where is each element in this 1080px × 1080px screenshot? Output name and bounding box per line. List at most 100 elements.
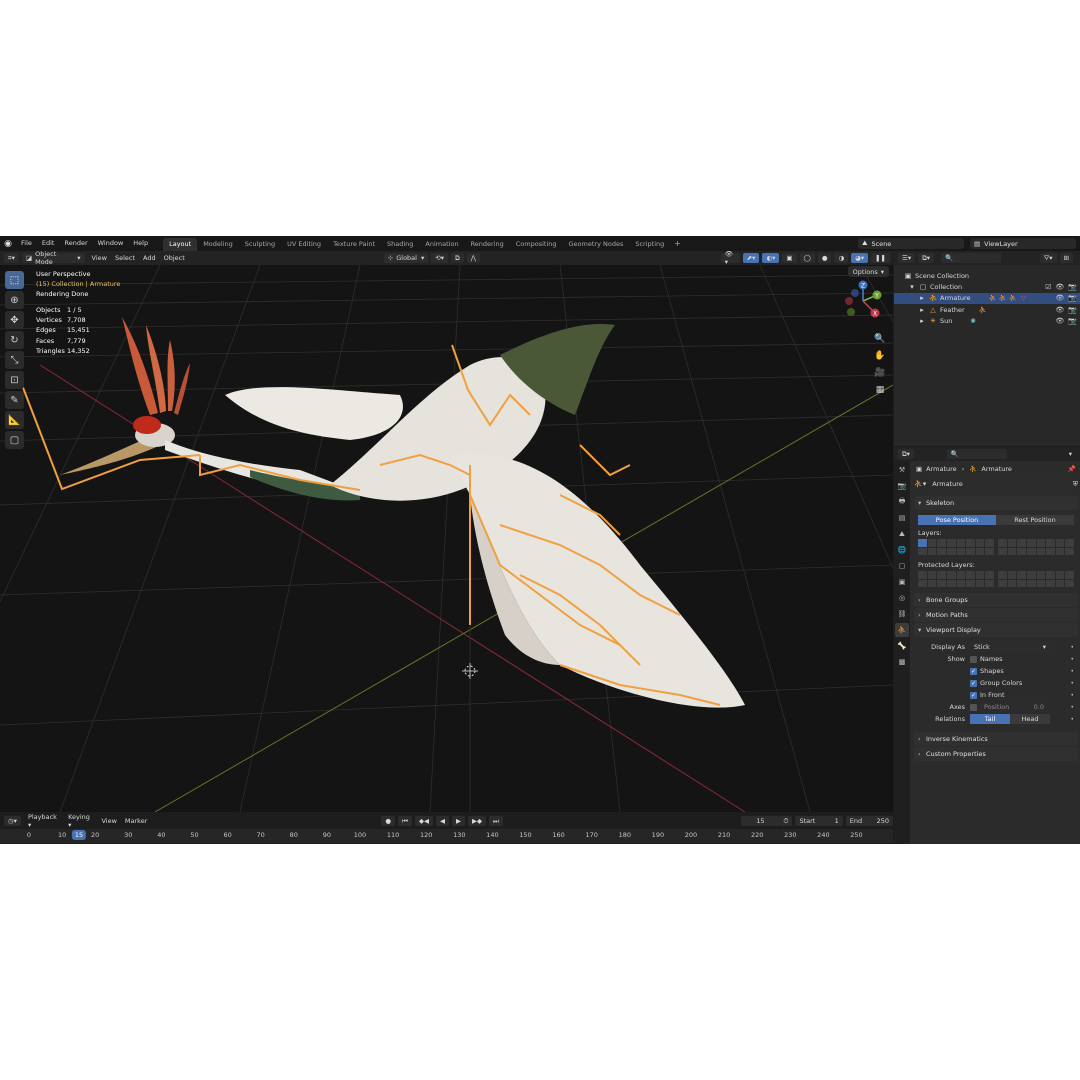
tool-tab-icon[interactable]: ⚒ [895, 463, 909, 477]
animate-dot-icon[interactable]: • [1070, 668, 1074, 675]
panel-bone-groups-header[interactable]: › Bone Groups [914, 593, 1078, 607]
blender-logo-icon[interactable]: ◉ [0, 236, 16, 251]
group-colors-checkbox[interactable]: ✓ [970, 679, 977, 687]
panel-custom-properties-header[interactable]: › Custom Properties [914, 747, 1078, 761]
gizmo-toggle-icon[interactable]: ⬈▾ [742, 253, 760, 263]
viewport-canvas[interactable] [0, 265, 893, 812]
armature-data-tab-icon[interactable]: ⛹ [895, 623, 909, 637]
eye-icon[interactable]: 👁 [1055, 317, 1064, 325]
names-checkbox[interactable] [970, 655, 977, 663]
panel-viewport-display-header[interactable]: ▾ Viewport Display [914, 623, 1078, 637]
axes-position-field[interactable]: Position 0.0 [980, 702, 1048, 712]
3d-cursor[interactable] [462, 663, 478, 679]
mode-dropdown[interactable]: ◪ Object Mode ▾ [21, 250, 85, 266]
navigation-gizmo[interactable]: Z Y X [841, 279, 885, 323]
eye-icon[interactable]: 👁 [1055, 294, 1064, 302]
outliner-row-scene-collection[interactable]: ▣ Scene Collection [894, 270, 1080, 281]
camera-icon[interactable]: 📷 [1068, 317, 1077, 325]
tab-uv-editing[interactable]: UV Editing [281, 238, 327, 251]
armature-data-icon[interactable]: ⛹▾ [914, 480, 926, 488]
constraints-tab-icon[interactable]: ⛓ [895, 607, 909, 621]
object-tab-icon[interactable]: ▣ [895, 575, 909, 589]
pin-icon[interactable]: 📌 [1068, 465, 1076, 473]
xray-icon[interactable]: ▣ [782, 253, 797, 263]
playhead-frame[interactable]: 15 [71, 830, 87, 840]
animate-dot-icon[interactable]: • [1070, 704, 1074, 711]
menu-file[interactable]: File [16, 236, 37, 251]
relations-tail-button[interactable]: Tail [970, 714, 1010, 724]
menu-help[interactable]: Help [128, 236, 153, 251]
bone-tab-icon[interactable]: 🦴 [895, 639, 909, 653]
cursor-tool-icon[interactable]: ⊕ [5, 291, 24, 309]
fake-user-icon[interactable]: ⛨ [1073, 480, 1078, 489]
scene-tab-icon[interactable]: ⛰ [895, 527, 909, 541]
shading-rendered-icon[interactable]: ◕▾ [851, 253, 869, 263]
tab-geometry-nodes[interactable]: Geometry Nodes [563, 238, 630, 251]
tab-modeling[interactable]: Modeling [197, 238, 239, 251]
in-front-checkbox[interactable]: ✓ [970, 691, 977, 699]
tab-scripting[interactable]: Scripting [629, 238, 670, 251]
zoom-icon[interactable]: 🔍 [873, 332, 887, 346]
pause-icon[interactable]: ❚❚ [871, 253, 890, 263]
outliner-row-collection[interactable]: ▾ ▢ Collection ☑ 👁 📷 [894, 281, 1080, 292]
expand-arrow-icon[interactable]: ▸ [918, 306, 926, 314]
select-box-tool-icon[interactable]: ⬚ [5, 271, 24, 289]
collection-tab-icon[interactable]: ▢ [895, 559, 909, 573]
camera-view-icon[interactable]: 🎥 [873, 366, 887, 380]
world-tab-icon[interactable]: 🌐 [895, 543, 909, 557]
output-tab-icon[interactable]: 🖶 [895, 495, 909, 509]
expand-arrow-icon[interactable]: ▸ [918, 317, 926, 325]
checkbox-icon[interactable]: ☑ [1045, 283, 1051, 291]
camera-icon[interactable]: 📷 [1068, 294, 1077, 302]
layer-block[interactable] [918, 539, 994, 555]
menu-select[interactable]: Select [111, 254, 139, 262]
texture-tab-icon[interactable]: ▩ [895, 655, 909, 669]
play-reverse-icon[interactable]: ◀ [435, 816, 449, 826]
menu-render[interactable]: Render [59, 236, 92, 251]
menu-playback[interactable]: Playback ▾ [24, 813, 64, 829]
camera-icon[interactable]: 📷 [1068, 283, 1077, 291]
stopwatch-icon[interactable]: ⏱ [779, 816, 793, 826]
scale-tool-icon[interactable]: ⤡ [5, 351, 24, 369]
end-frame-field[interactable]: End 250 [845, 816, 893, 826]
shading-solid-icon[interactable]: ● [817, 253, 832, 263]
render-tab-icon[interactable]: 📷 [895, 479, 909, 493]
pivot-icon[interactable]: ⟲▾ [431, 253, 448, 263]
pose-position-button[interactable]: Pose Position [918, 515, 996, 525]
layer-block[interactable] [918, 571, 994, 587]
properties-editor-type-icon[interactable]: ⧉▾ [898, 449, 914, 459]
play-icon[interactable]: ▶ [451, 816, 465, 826]
animate-dot-icon[interactable]: • [1070, 716, 1074, 723]
outliner-editor-type-icon[interactable]: ☰▾ [898, 253, 916, 263]
properties-options-icon[interactable]: ▾ [1065, 450, 1076, 458]
armature-name-field[interactable]: Armature [928, 479, 1070, 489]
axes-checkbox[interactable] [970, 703, 977, 711]
tab-compositing[interactable]: Compositing [510, 238, 563, 251]
camera-icon[interactable]: 📷 [1068, 306, 1077, 314]
current-frame-field[interactable]: 15 [741, 816, 780, 826]
expand-arrow-icon[interactable]: ▾ [908, 283, 916, 291]
menu-timeline-view[interactable]: View [97, 817, 120, 825]
tab-rendering[interactable]: Rendering [465, 238, 510, 251]
animate-dot-icon[interactable]: • [1070, 644, 1074, 651]
eye-icon[interactable]: 👁 [1055, 306, 1064, 314]
relations-head-button[interactable]: Head [1010, 714, 1050, 724]
scene-selector[interactable]: ⛰ Scene [858, 238, 964, 249]
shading-wireframe-icon[interactable]: ◯ [799, 253, 815, 263]
menu-view[interactable]: View [88, 254, 111, 262]
editor-type-button[interactable]: ⌗▾ [4, 253, 19, 263]
timeline-editor-type-icon[interactable]: ◷▾ [4, 816, 21, 826]
physics-tab-icon[interactable]: ◎ [895, 591, 909, 605]
display-as-dropdown[interactable]: Stick ▾ [970, 642, 1050, 652]
animate-dot-icon[interactable]: • [1070, 692, 1074, 699]
eye-icon[interactable]: 👁 [1055, 283, 1064, 291]
tab-shading[interactable]: Shading [381, 238, 419, 251]
new-collection-icon[interactable]: ⊞ [1059, 253, 1073, 263]
options-dropdown[interactable]: Options ▾ [847, 266, 889, 277]
panel-skeleton-header[interactable]: ▾ Skeleton [914, 496, 1078, 510]
animate-dot-icon[interactable]: • [1070, 656, 1074, 663]
outliner-row-sun[interactable]: ▸ ☀ Sun ✺ 👁 📷 [894, 315, 1080, 326]
layer-block[interactable] [998, 539, 1074, 555]
animate-dot-icon[interactable]: • [1070, 680, 1074, 687]
outliner-search-icon[interactable]: 🔍 [941, 253, 1001, 263]
